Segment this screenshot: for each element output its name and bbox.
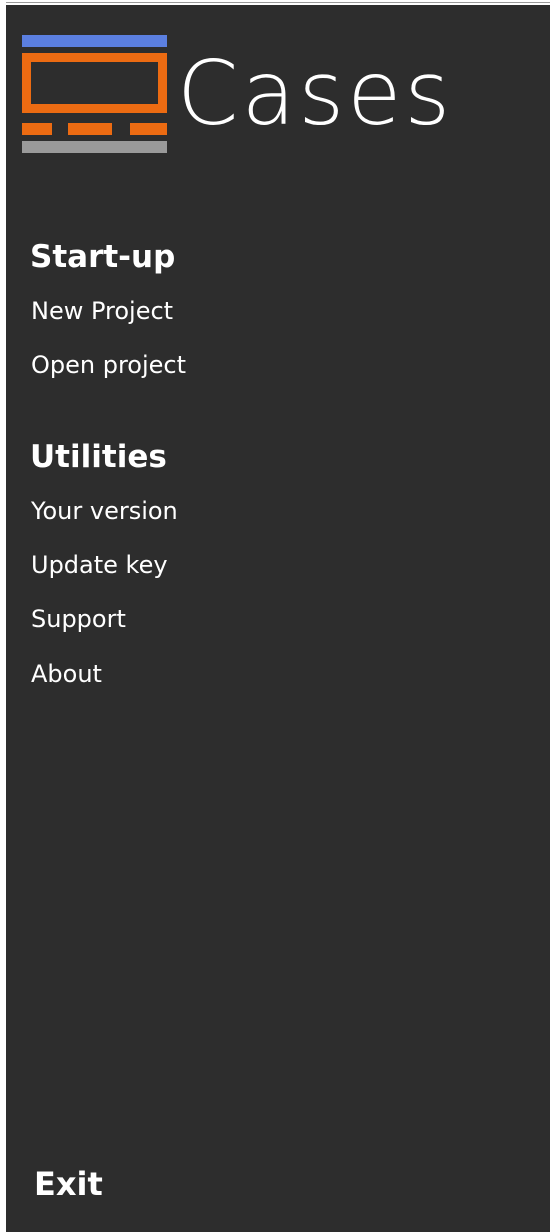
menu-item-new-project[interactable]: New Project xyxy=(31,297,173,325)
exit-button[interactable]: Exit xyxy=(34,1165,103,1203)
section-title-utilities: Utilities xyxy=(30,439,167,475)
menu-item-your-version[interactable]: Your version xyxy=(31,497,178,525)
menu-item-support[interactable]: Support xyxy=(31,605,126,633)
menu-item-open-project[interactable]: Open project xyxy=(31,351,186,379)
pallet-logo-icon xyxy=(22,35,167,153)
section-title-startup: Start-up xyxy=(30,239,176,275)
menu-item-about[interactable]: About xyxy=(31,660,102,688)
sidebar-menu: Cases Start-up New Project Open project … xyxy=(6,5,550,1232)
menu-item-update-key[interactable]: Update key xyxy=(31,551,168,579)
cases-logo: Cases xyxy=(22,35,482,155)
app-name: Cases xyxy=(177,42,454,145)
